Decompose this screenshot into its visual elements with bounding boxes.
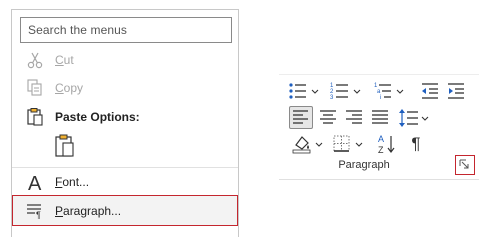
multilevel-list-icon: 1 a i xyxy=(373,80,409,102)
menu-item-font-label: Font... xyxy=(55,175,90,189)
dialog-launcher-icon xyxy=(456,159,473,177)
svg-text:Z: Z xyxy=(378,145,384,155)
menu-item-paragraph[interactable]: ¶ Paragraph... xyxy=(12,195,238,226)
paste-keep-text-icon xyxy=(53,134,79,163)
context-menu: Search the menus Cut Copy Paste Options:… xyxy=(11,9,239,237)
show-formatting-marks-button[interactable]: ¶ xyxy=(405,133,427,155)
decrease-indent-button[interactable] xyxy=(419,80,441,102)
paste-options-header: Paste Options: xyxy=(12,103,238,131)
menu-item-copy[interactable]: Copy xyxy=(12,74,238,102)
numbering-icon: 1 2 3 xyxy=(329,80,365,102)
justify-icon xyxy=(369,107,391,129)
menu-item-cut[interactable]: Cut xyxy=(12,46,238,74)
align-left-button[interactable] xyxy=(289,106,313,129)
clipboard-icon xyxy=(25,107,47,127)
numbering-button[interactable]: 1 2 3 xyxy=(329,80,365,102)
scissors-icon xyxy=(25,50,47,70)
justify-button[interactable] xyxy=(369,107,391,129)
menu-item-font[interactable]: A Font... xyxy=(12,168,238,196)
increase-indent-button[interactable] xyxy=(445,80,467,102)
svg-text:¶: ¶ xyxy=(36,210,41,220)
svg-text:A: A xyxy=(378,134,384,144)
bullets-icon xyxy=(287,80,321,102)
align-left-icon xyxy=(290,107,312,128)
shading-button[interactable] xyxy=(291,133,327,155)
search-menus-input[interactable]: Search the menus xyxy=(20,17,232,43)
align-right-button[interactable] xyxy=(343,107,365,129)
center-icon xyxy=(317,107,339,129)
decrease-indent-icon xyxy=(419,80,441,102)
sort-button[interactable]: A Z xyxy=(375,132,399,156)
menu-item-copy-label: Copy xyxy=(55,81,84,95)
menu-item-cut-label: Cut xyxy=(55,53,74,67)
svg-text:A: A xyxy=(28,173,42,194)
show-formatting-marks-icon: ¶ xyxy=(411,134,421,153)
paragraph-settings-icon: ¶ xyxy=(25,201,47,221)
center-button[interactable] xyxy=(317,107,339,129)
sort-icon: A Z xyxy=(375,132,399,156)
align-right-icon xyxy=(343,107,365,129)
paragraph-dialog-launcher-button[interactable] xyxy=(455,155,475,175)
paragraph-group: 1 2 3 1 a i A Z ¶ Paragraph xyxy=(279,74,479,180)
line-spacing-icon xyxy=(397,107,431,129)
borders-button[interactable] xyxy=(331,133,367,155)
multilevel-list-button[interactable]: 1 a i xyxy=(373,80,409,102)
bullets-button[interactable] xyxy=(287,80,321,102)
font-icon: A xyxy=(25,172,47,195)
svg-text:i: i xyxy=(380,95,381,101)
borders-icon xyxy=(331,133,367,155)
svg-text:3: 3 xyxy=(330,95,334,101)
paragraph-group-label: Paragraph xyxy=(338,159,390,171)
line-spacing-button[interactable] xyxy=(397,107,431,129)
paste-option-button[interactable] xyxy=(53,133,79,159)
copy-icon xyxy=(25,78,47,98)
paste-options-label: Paste Options: xyxy=(55,110,140,124)
shading-icon xyxy=(291,133,327,155)
menu-item-paragraph-label: Paragraph... xyxy=(55,204,122,218)
increase-indent-icon xyxy=(445,80,467,102)
